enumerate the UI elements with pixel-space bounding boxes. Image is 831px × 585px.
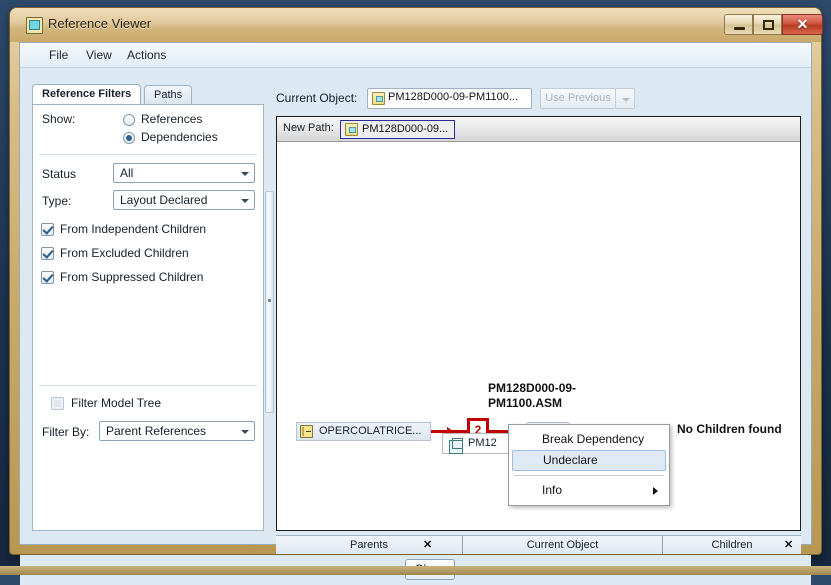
filter-by-dropdown[interactable]: Parent References (99, 421, 255, 441)
graph-node-opercolatrice-label: OPERCOLATRICE... (319, 425, 422, 437)
checkbox-from-excluded-children[interactable] (41, 247, 54, 260)
pane-close-children[interactable]: ✕ (784, 538, 793, 551)
filter-by-value: Parent References (106, 424, 207, 438)
tab-strip: Reference Filters Paths (32, 84, 264, 104)
pane-label-parents[interactable]: Parents (276, 536, 462, 554)
app-window-icon (26, 17, 43, 34)
menu-file[interactable]: File (42, 47, 75, 64)
note-icon (300, 425, 313, 438)
bottom-panes-bar: Parents ✕ Current Object Children ✕ (276, 535, 801, 554)
menu-view[interactable]: View (79, 47, 119, 64)
radio-dependencies-label: Dependencies (141, 130, 218, 144)
radio-dependencies[interactable] (123, 132, 135, 144)
radio-references[interactable] (123, 114, 135, 126)
new-path-label: New Path: (283, 122, 334, 134)
minimize-icon (734, 27, 745, 30)
reference-filters-panel: Show: References Dependencies Status All… (32, 104, 264, 531)
client-area: File View Actions Reference Filters Path… (19, 42, 812, 585)
chevron-down-icon (237, 423, 253, 439)
right-node-caption: PM128D000-09-PM1100.ASM (488, 381, 577, 410)
checkbox-filter-model-tree-label: Filter Model Tree (71, 396, 162, 410)
chevron-down-icon (237, 165, 253, 181)
dependency-graph-canvas[interactable]: PM128D000-09-PM1100.ASM 2 OPERCOLATRICE.… (277, 143, 800, 530)
close-window-button[interactable]: ✕ (782, 14, 823, 35)
pane-label-current-object[interactable]: Current Object (463, 536, 662, 554)
graph-node-sub-label: PM12 (468, 437, 497, 449)
radio-references-label: References (141, 112, 203, 126)
menu-item-undeclare[interactable]: Undeclare (512, 450, 666, 471)
tab-reference-filters[interactable]: Reference Filters (32, 84, 142, 104)
new-path-chip-label: PM128D000-09... (362, 123, 449, 135)
menu-bar: File View Actions (20, 43, 811, 68)
status-value: All (120, 166, 134, 180)
use-previous-dropdown-arrow[interactable] (616, 88, 635, 109)
left-filter-panel: Reference Filters Paths Show: References… (32, 84, 264, 531)
type-label: Type: (42, 194, 72, 208)
status-dropdown[interactable]: All (113, 163, 255, 183)
desktop-strip (0, 566, 831, 575)
menu-item-info[interactable]: Info (512, 480, 666, 501)
chevron-right-icon (653, 487, 658, 495)
menu-separator (514, 475, 664, 476)
type-dropdown[interactable]: Layout Declared (113, 190, 255, 210)
current-object-label: Current Object: (276, 91, 358, 105)
checkbox-from-excluded-children-label: From Excluded Children (60, 246, 189, 260)
checkbox-filter-model-tree[interactable] (51, 397, 64, 410)
divider-bottom (39, 385, 257, 386)
status-label: Status (42, 167, 77, 181)
current-object-field[interactable]: PM128D000-09-PM1100... (367, 88, 532, 109)
chevron-down-icon (237, 192, 253, 208)
checkbox-from-independent-children-label: From Independent Children (60, 222, 207, 236)
menu-item-info-label: Info (542, 483, 563, 497)
new-path-chip[interactable]: PM128D000-09... (340, 120, 456, 139)
type-value: Layout Declared (120, 193, 208, 207)
current-object-row: Current Object: PM128D000-09-PM1100... U… (276, 88, 801, 112)
right-pane: Current Object: PM128D000-09-PM1100... U… (276, 84, 801, 531)
show-label: Show: (42, 112, 76, 126)
minimize-button[interactable] (724, 14, 753, 35)
maximize-button[interactable] (753, 14, 782, 35)
pane-label-children[interactable]: Children (663, 536, 801, 554)
divider-top (39, 154, 257, 155)
use-previous-button[interactable]: Use Previous (540, 88, 616, 109)
panel-splitter[interactable] (265, 191, 274, 413)
checkbox-from-independent-children[interactable] (41, 223, 54, 236)
title-bar: Reference Viewer ✕ (10, 8, 823, 42)
new-path-bar: New Path: PM128D000-09... (277, 117, 800, 142)
checkbox-from-suppressed-children-label: From Suppressed Children (60, 270, 204, 284)
maximize-icon (763, 20, 774, 30)
tab-paths[interactable]: Paths (144, 85, 193, 104)
menu-item-break-dependency[interactable]: Break Dependency (512, 429, 666, 450)
application-window: Reference Viewer ✕ File View Actions Ref… (10, 8, 823, 585)
current-object-value: PM128D000-09-PM1100... (388, 91, 519, 103)
graph-container: New Path: PM128D000-09... PM128D000-09-P… (276, 116, 801, 531)
document-icon (372, 92, 385, 105)
document-icon (345, 123, 358, 136)
menu-actions[interactable]: Actions (120, 47, 173, 64)
close-icon: ✕ (796, 16, 809, 32)
assembly-icon (449, 438, 463, 454)
pane-close-parents[interactable]: ✕ (423, 538, 432, 551)
context-menu: Break Dependency Undeclare Info (508, 424, 670, 506)
window-title: Reference Viewer (48, 16, 152, 31)
filter-by-label: Filter By: (42, 425, 90, 439)
graph-node-opercolatrice[interactable]: OPERCOLATRICE... (296, 422, 431, 441)
checkbox-from-suppressed-children[interactable] (41, 271, 54, 284)
no-children-message: No Children found (677, 422, 782, 436)
